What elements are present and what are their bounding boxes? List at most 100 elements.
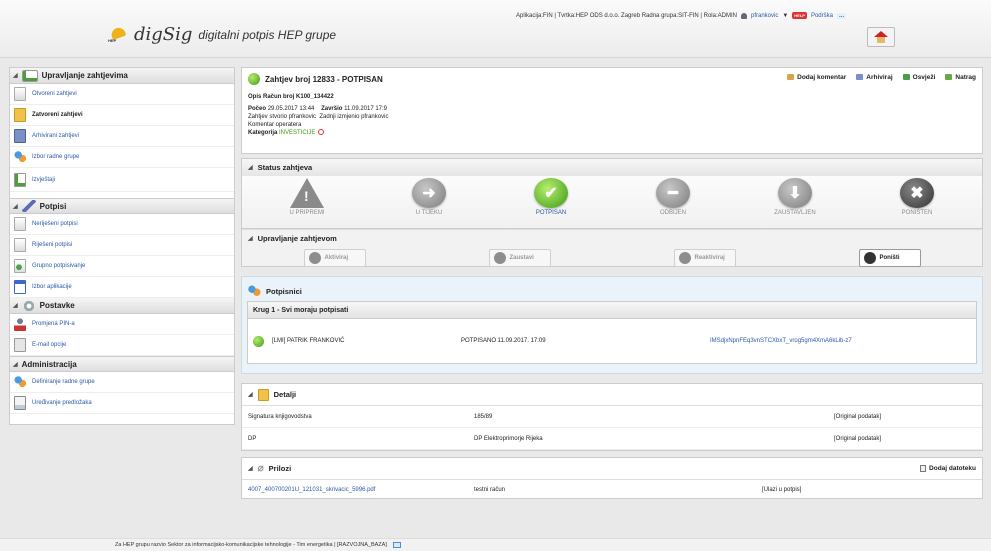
sidebar-item-arhivirani-zahtjevi[interactable]: Arhivirani zahtjevi (10, 126, 234, 147)
sidebar-item-rijeseni-potpisi[interactable]: Riješeni potpisi (10, 235, 234, 256)
footer-text: Za HEP grupu razvio Sektor za informacij… (115, 542, 387, 548)
sidebar-item-label: Uređivanje predložaka (32, 400, 92, 406)
sidebar-item-label: Arhivirani zahtjevi (32, 133, 80, 139)
sidebar-item-definiranje-radne-grupe[interactable]: Definiranje radne grupe (10, 372, 234, 393)
sidebar-section-title: Administracija (21, 359, 77, 369)
sidebar-item-uredivanje-predlozaka[interactable]: Uređivanje predložaka (10, 393, 234, 414)
request-actions: Dodaj komentar Arhiviraj Osvježi Natrag (787, 74, 976, 81)
comment-icon (787, 74, 795, 80)
paperclip-icon: ⌀ (257, 463, 264, 474)
sidebar-item-zatvoreni-zahtjevi[interactable]: Zatvoreni zahtjevi (10, 105, 234, 126)
collapse-triangle-icon[interactable]: ◢ (248, 465, 253, 472)
collapse-triangle-icon[interactable]: ◢ (13, 203, 18, 210)
sidebar-item-nerijeseni-potpisi[interactable]: Neriješeni potpisi (10, 214, 234, 235)
request-control-panel: ◢ Upravljanje zahtjevom Aktiviraj Zausta… (241, 229, 983, 267)
document-icon (14, 238, 26, 252)
signers-title: Potpisnici (266, 286, 302, 296)
app-logo[interactable]: HEP digSig digitalni potpis HEP grupe (108, 24, 336, 45)
sidebar-section-title: Postavke (39, 301, 75, 310)
sidebar-section-header[interactable]: ◢ Postavke (10, 298, 234, 314)
signers-panel: Potpisnici Krug 1 - Svi moraju potpisati… (241, 276, 983, 374)
status-header[interactable]: ◢ Status zahtjeva (242, 159, 982, 176)
sidebar-section-header[interactable]: ◢ Upravljanje zahtjevima (10, 68, 234, 84)
cancel-request-button[interactable]: Poništi (858, 249, 921, 267)
stop-label: Zaustavi (509, 255, 534, 261)
add-file-button[interactable]: Dodaj datoteku (920, 465, 976, 472)
refresh-button[interactable]: Osvježi (902, 74, 935, 81)
home-button[interactable] (867, 27, 895, 47)
collapse-triangle-icon[interactable]: ◢ (13, 302, 18, 309)
collapse-triangle-icon[interactable]: ◢ (13, 361, 18, 368)
check-icon: ✔ (534, 178, 568, 208)
signer-status: POTPISANO 11.09.2017. 17:09 (461, 338, 546, 344)
request-description: Opis Račun broj K100_134422 (248, 94, 334, 100)
sidebar-item-email-opcije[interactable]: E-mail opcije (10, 335, 234, 356)
refresh-icon (902, 74, 910, 80)
sidebar-item-label: Grupno potpisivanje (32, 263, 86, 269)
folder-icon (14, 108, 26, 122)
status-state-potpisan: ✔ POTPISAN (501, 178, 601, 216)
more-button[interactable]: ... (836, 12, 846, 19)
control-header[interactable]: ◢ Upravljanje zahtjevom (242, 230, 982, 247)
sidebar-item-izbor-radne-grupe[interactable]: Izbor radne grupe (10, 147, 234, 168)
stop-square-icon (863, 252, 876, 264)
signature-hash-link[interactable]: IMSdjxNpnFEq3vnSTCXbxT_vrog5gm4XmA6kLib-… (710, 338, 852, 344)
folder-info-icon (257, 388, 269, 401)
activate-label: Aktiviraj (324, 255, 349, 261)
attachment-file-link[interactable]: 4007_400700201U_121031_skrivacic_5996.pd… (248, 487, 375, 493)
reactivate-button[interactable]: Reaktiviraj (673, 249, 736, 267)
sidebar-item-label: Izbor radne grupe (32, 154, 80, 160)
request-header-panel: Zahtjev broj 12833 - POTPISAN Dodaj kome… (241, 67, 983, 154)
detail-origin: [Original podatak] (834, 435, 882, 442)
collapse-triangle-icon[interactable]: ◢ (248, 164, 253, 171)
status-state-zaustavljen: ⬇ ZAUSTAVLJEN (745, 178, 845, 216)
signers-header: Potpisnici (247, 281, 977, 301)
collapse-triangle-icon[interactable]: ◢ (248, 235, 253, 242)
sidebar-item-label: Izvještaji (32, 176, 56, 183)
sidebar-item-grupno-potpisivanje[interactable]: Grupno potpisivanje (10, 256, 234, 277)
detail-name: Signatura knjigovodstva (248, 413, 312, 420)
add-comment-button[interactable]: Dodaj komentar (787, 74, 846, 81)
report-icon (14, 172, 26, 187)
sidebar-section-header[interactable]: ◢ Potpisi (10, 198, 234, 214)
control-buttons: Aktiviraj Zaustavi Reaktiviraj Poništi (242, 249, 982, 267)
activate-button[interactable]: Aktiviraj (303, 249, 366, 267)
sidebar-item-izvjestaji[interactable]: Izvještaji (10, 168, 234, 192)
sidebar-item-label: Riješeni potpisi (32, 242, 73, 248)
support-link[interactable]: Podrška (811, 13, 833, 19)
status-state-ponisten: ✖ PONIŠTEN (867, 178, 967, 216)
sidebar-item-otvoreni-zahtjevi[interactable]: Otvoreni zahtjevi (10, 84, 234, 105)
back-button[interactable]: Natrag (945, 74, 976, 81)
arrow-down-icon: ⬇ (778, 178, 812, 208)
mail-icon (14, 338, 26, 352)
chevron-down-icon[interactable]: ▼ (782, 13, 788, 19)
collapse-triangle-icon[interactable]: ◢ (248, 391, 253, 398)
archive-button[interactable]: Arhiviraj (856, 74, 893, 81)
attachments-header[interactable]: ◢ ⌀ Prilozi Dodaj datoteku (242, 458, 982, 480)
request-dates: Počeo 29.05.2017 13:44 Završio 11.09.201… (248, 106, 388, 112)
app-tagline: digitalni potpis HEP grupe (198, 27, 337, 42)
detail-origin: [Original podatak] (834, 413, 882, 420)
back-arrow-icon (945, 74, 953, 80)
details-header[interactable]: ◢ Detalji (242, 384, 982, 406)
users-icon (14, 150, 26, 164)
file-icon (920, 465, 927, 472)
status-green-icon (248, 73, 260, 85)
session-context: Aplikacija:FIN | Tvrtka:HEP ODS d.o.o. Z… (516, 12, 737, 19)
attachments-panel: ◢ ⌀ Prilozi Dodaj datoteku 4007_40070020… (241, 457, 983, 499)
collapse-triangle-icon[interactable]: ◢ (13, 72, 18, 79)
digsig-logo-text: digSig (134, 24, 193, 45)
help-icon: HELP (792, 12, 807, 19)
sidebar-item-promjena-pina[interactable]: Promjena PIN-a (10, 314, 234, 335)
sidebar-item-izbor-aplikacije[interactable]: Izbor aplikacije (10, 277, 234, 298)
warning-icon (290, 178, 324, 208)
sidebar-section-header[interactable]: ◢ Administracija (10, 356, 234, 372)
detail-row: DP DP Elektroprimorje Rijeka [Original p… (242, 428, 982, 450)
add-comment-label: Dodaj komentar (797, 74, 847, 81)
status-state-u-pripremi: U PRIPREMI (257, 178, 357, 216)
user-menu[interactable]: pfrankovic (751, 13, 778, 19)
remove-category-icon[interactable] (318, 129, 325, 135)
signer-name: [LMI] PATRIK FRANKOVIĆ (272, 338, 345, 344)
stop-button[interactable]: Zaustavi (488, 249, 551, 267)
group-sign-icon (14, 259, 26, 273)
